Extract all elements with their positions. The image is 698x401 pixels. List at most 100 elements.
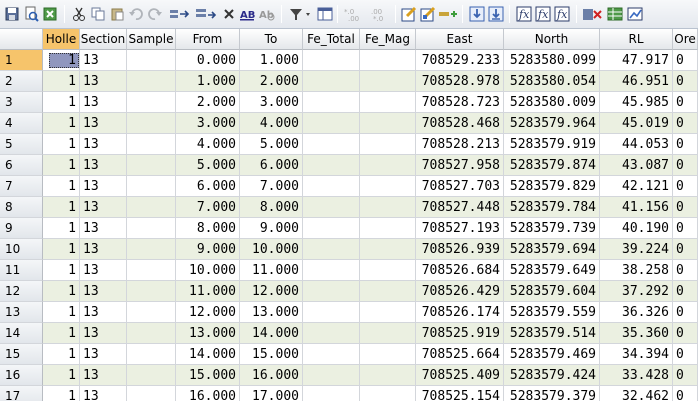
table-row[interactable]: 15 1 13 14.000 15.000 708525.664 5283579.469 34…: [0, 344, 698, 365]
table-row[interactable]: 5 1 13 4.000 5.000 708528.213 5283579.919 44.05…: [0, 134, 698, 155]
row-number[interactable]: 8: [0, 197, 43, 218]
cell-rl[interactable]: 44.053: [600, 134, 673, 155]
cell-section[interactable]: 13: [80, 302, 127, 323]
cell-east[interactable]: 708525.664: [416, 344, 504, 365]
cell-section[interactable]: 13: [80, 344, 127, 365]
cell-ore[interactable]: 0: [673, 134, 698, 155]
row-number[interactable]: 10: [0, 239, 43, 260]
cell-fe-mag[interactable]: [360, 302, 416, 323]
row-number[interactable]: 9: [0, 218, 43, 239]
cell-ore[interactable]: 0: [673, 344, 698, 365]
cell-east[interactable]: 708528.978: [416, 71, 504, 92]
cell-east[interactable]: 708528.723: [416, 92, 504, 113]
chart-icon[interactable]: [626, 5, 644, 23]
table-row[interactable]: 6 1 13 5.000 6.000 708527.958 5283579.874 43.08…: [0, 155, 698, 176]
cell-north[interactable]: 5283579.694: [504, 239, 600, 260]
cell-to[interactable]: 16.000: [240, 365, 303, 386]
cell-hole[interactable]: 1: [43, 134, 80, 155]
cell-fe-total[interactable]: [303, 218, 360, 239]
cell-fe-mag[interactable]: [360, 92, 416, 113]
cell-to[interactable]: 5.000: [240, 134, 303, 155]
cell-fe-total[interactable]: [303, 50, 360, 71]
cell-east[interactable]: 708527.448: [416, 197, 504, 218]
cell-north[interactable]: 5283579.514: [504, 323, 600, 344]
cell-section[interactable]: 13: [80, 71, 127, 92]
cell-to[interactable]: 3.000: [240, 92, 303, 113]
cell-section[interactable]: 13: [80, 239, 127, 260]
cell-east[interactable]: 708529.233: [416, 50, 504, 71]
decimal-decrease-icon[interactable]: .00 *.0: [369, 5, 391, 23]
cell-sample[interactable]: [127, 344, 176, 365]
column-header-to[interactable]: To: [240, 29, 303, 50]
cell-hole[interactable]: 1: [43, 302, 80, 323]
column-header-fe-total[interactable]: Fe_Total: [303, 29, 360, 50]
cell-rl[interactable]: 43.087: [600, 155, 673, 176]
cell-east[interactable]: 708526.684: [416, 260, 504, 281]
cell-to[interactable]: 13.000: [240, 302, 303, 323]
cell-north[interactable]: 5283580.009: [504, 92, 600, 113]
cell-fe-total[interactable]: [303, 176, 360, 197]
decimal-increase-icon[interactable]: *.0.00: [344, 5, 366, 23]
cell-ore[interactable]: 0: [673, 218, 698, 239]
cell-hole[interactable]: 1: [43, 197, 80, 218]
cell-north[interactable]: 5283579.604: [504, 281, 600, 302]
cell-fe-total[interactable]: [303, 365, 360, 386]
cell-from[interactable]: 7.000: [176, 197, 240, 218]
column-chooser-icon[interactable]: [316, 5, 334, 23]
cell-from[interactable]: 1.000: [176, 71, 240, 92]
cell-to[interactable]: 2.000: [240, 71, 303, 92]
cell-ore[interactable]: 0: [673, 239, 698, 260]
cell-sample[interactable]: [127, 218, 176, 239]
cell-fe-total[interactable]: [303, 323, 360, 344]
cell-east[interactable]: 708526.174: [416, 302, 504, 323]
cell-fe-total[interactable]: [303, 134, 360, 155]
delete-icon[interactable]: [220, 5, 238, 23]
cell-rl[interactable]: 38.258: [600, 260, 673, 281]
calc-icon[interactable]: fx: [515, 5, 533, 23]
cell-fe-mag[interactable]: [360, 344, 416, 365]
column-header-north[interactable]: North: [504, 29, 600, 50]
cell-rl[interactable]: 46.951: [600, 71, 673, 92]
cell-from[interactable]: 12.000: [176, 302, 240, 323]
cell-sample[interactable]: [127, 71, 176, 92]
cell-sample[interactable]: [127, 281, 176, 302]
cell-section[interactable]: 13: [80, 92, 127, 113]
row-number[interactable]: 2: [0, 71, 43, 92]
cell-hole[interactable]: 1: [43, 155, 80, 176]
cell-rl[interactable]: 45.985: [600, 92, 673, 113]
column-header-east[interactable]: East: [416, 29, 504, 50]
cell-rl[interactable]: 37.292: [600, 281, 673, 302]
cell-fe-mag[interactable]: [360, 386, 416, 401]
cell-from[interactable]: 8.000: [176, 218, 240, 239]
cell-sample[interactable]: [127, 197, 176, 218]
cell-east[interactable]: 708525.154: [416, 386, 504, 401]
cell-hole[interactable]: 1: [43, 113, 80, 134]
cell-to[interactable]: 6.000: [240, 155, 303, 176]
row-number[interactable]: 6: [0, 155, 43, 176]
append-row-icon[interactable]: [194, 5, 218, 23]
cell-ore[interactable]: 0: [673, 71, 698, 92]
cell-fe-mag[interactable]: [360, 155, 416, 176]
export-icon[interactable]: [41, 5, 59, 23]
cell-east[interactable]: 708525.919: [416, 323, 504, 344]
paste-icon[interactable]: [108, 5, 126, 23]
cell-sample[interactable]: [127, 113, 176, 134]
cell-north[interactable]: 5283579.829: [504, 176, 600, 197]
cell-from[interactable]: 3.000: [176, 113, 240, 134]
cell-to[interactable]: 1.000: [240, 50, 303, 71]
cell-north[interactable]: 5283580.099: [504, 50, 600, 71]
cell-section[interactable]: 13: [80, 386, 127, 401]
row-number[interactable]: 15: [0, 344, 43, 365]
cell-from[interactable]: 10.000: [176, 260, 240, 281]
cell-rl[interactable]: 41.156: [600, 197, 673, 218]
cell-east[interactable]: 708525.409: [416, 365, 504, 386]
cell-north[interactable]: 5283579.469: [504, 344, 600, 365]
table-row[interactable]: 17 1 13 16.000 17.000 708525.154 5283579.379 32…: [0, 386, 698, 401]
redo-icon[interactable]: [146, 5, 164, 23]
cell-fe-mag[interactable]: [360, 239, 416, 260]
cell-ore[interactable]: 0: [673, 365, 698, 386]
cell-north[interactable]: 5283579.739: [504, 218, 600, 239]
cell-east[interactable]: 708527.958: [416, 155, 504, 176]
replace-icon[interactable]: Ab: [258, 5, 276, 23]
cell-sample[interactable]: [127, 134, 176, 155]
